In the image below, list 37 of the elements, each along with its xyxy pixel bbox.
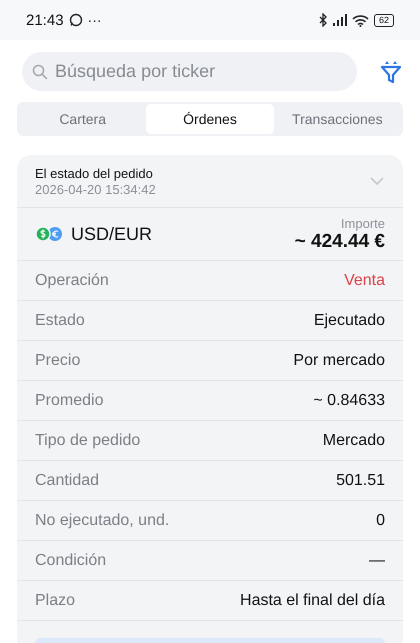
more-indicator: ··· (88, 12, 102, 28)
field-value: Hasta el final del día (240, 592, 385, 610)
tab[interactable]: Órdenes (146, 104, 274, 134)
field-label: Condición (35, 552, 106, 570)
field-value: — (369, 552, 385, 570)
field-value: Por mercado (293, 352, 385, 370)
currency-pair: USD/EUR (71, 224, 152, 244)
field-value: Ejecutado (314, 312, 385, 330)
field-label: Cantidad (35, 472, 100, 490)
status-time: 21:43 (26, 12, 64, 28)
amount-value: ~ 424.44 € (294, 230, 385, 252)
currency-coins-icon (35, 226, 63, 242)
battery-indicator: 62 (374, 14, 394, 26)
field-label: Promedio (35, 392, 104, 410)
tab[interactable]: Transacciones (274, 104, 401, 134)
field-label: Tipo de pedido (35, 432, 140, 450)
filter-button[interactable] (379, 58, 403, 84)
signal-icon (332, 14, 347, 26)
field-label: No ejecutado, und. (35, 512, 170, 530)
chat-icon (68, 13, 83, 27)
field-value: Venta (344, 272, 385, 290)
order-timestamp: 2026-04-20 15:34:42 (35, 182, 156, 196)
wifi-icon (352, 14, 369, 26)
amount-label: Importe (340, 216, 385, 230)
field-label: Precio (35, 352, 80, 370)
field-label: Estado (35, 312, 85, 330)
order-title: El estado del pedido (35, 166, 154, 180)
field-value: Mercado (322, 432, 385, 450)
field-label: Plazo (35, 592, 76, 610)
chevron-icon[interactable] (369, 176, 385, 186)
field-value: ~ 0.84633 (313, 392, 385, 410)
field-label: Operación (35, 272, 109, 290)
field-value: 501.51 (336, 472, 385, 490)
tab[interactable]: Cartera (19, 104, 146, 134)
bluetooth-icon (318, 13, 328, 27)
search-field[interactable]: Búsqueda por ticker (22, 52, 357, 91)
field-value: 0 (376, 512, 385, 530)
